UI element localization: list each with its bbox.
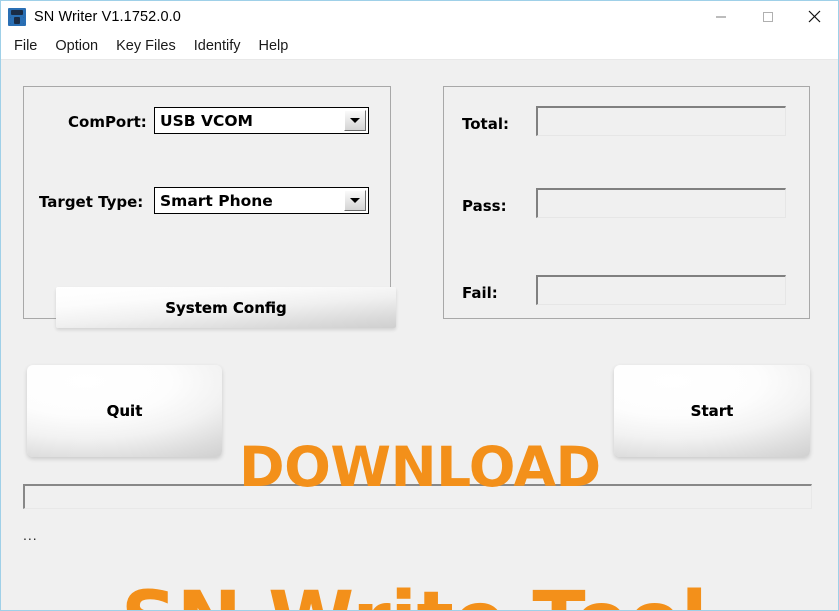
pass-field[interactable] <box>536 188 786 218</box>
menu-item-identify[interactable]: Identify <box>185 36 250 56</box>
window-title: SN Writer V1.1752.0.0 <box>34 8 181 25</box>
target-type-label: Target Type: <box>39 193 144 211</box>
comport-combobox[interactable]: USB VCOM <box>154 107 369 134</box>
maximize-icon <box>762 11 773 22</box>
chevron-down-icon <box>350 198 360 203</box>
application-window: SN Writer V1.1752.0.0 File Option Key Fi… <box>0 0 839 611</box>
fail-label: Fail: <box>462 284 498 302</box>
status-text: ... <box>23 527 38 543</box>
overlay-sn-write-tool-caption: SN Write Tool <box>121 578 708 610</box>
comport-dropdown-button[interactable] <box>344 110 366 131</box>
comport-value: USB VCOM <box>160 111 253 130</box>
target-type-value: Smart Phone <box>160 191 273 210</box>
minimize-icon <box>715 16 726 17</box>
total-field[interactable] <box>536 106 786 136</box>
device-settings-panel: ComPort: USB VCOM Target Type: Smart Pho… <box>23 86 396 328</box>
target-type-combobox[interactable]: Smart Phone <box>154 187 369 214</box>
minimize-button[interactable] <box>697 1 744 32</box>
menu-item-help[interactable]: Help <box>250 36 298 56</box>
total-label: Total: <box>462 115 509 133</box>
system-config-button[interactable]: System Config <box>56 287 396 328</box>
close-icon <box>808 10 821 23</box>
target-type-dropdown-button[interactable] <box>344 190 366 211</box>
start-button[interactable]: Start <box>614 365 810 457</box>
close-button[interactable] <box>791 1 838 32</box>
menu-item-key-files[interactable]: Key Files <box>107 36 185 56</box>
fail-field[interactable] <box>536 275 786 305</box>
title-bar: SN Writer V1.1752.0.0 <box>1 1 838 32</box>
overlay-download-caption: DOWNLOAD <box>239 435 601 499</box>
client-area: ComPort: USB VCOM Target Type: Smart Pho… <box>1 60 838 610</box>
quit-button[interactable]: Quit <box>27 365 222 457</box>
pass-label: Pass: <box>462 197 507 215</box>
menu-item-file[interactable]: File <box>5 36 46 56</box>
comport-label: ComPort: <box>68 113 147 131</box>
app-cube-icon <box>8 7 26 26</box>
menu-bar: File Option Key Files Identify Help <box>1 32 838 60</box>
statistics-panel: Total: Pass: Fail: <box>443 86 810 319</box>
maximize-button[interactable] <box>744 1 791 32</box>
window-controls <box>697 1 838 32</box>
menu-item-option[interactable]: Option <box>46 36 107 56</box>
chevron-down-icon <box>350 118 360 123</box>
